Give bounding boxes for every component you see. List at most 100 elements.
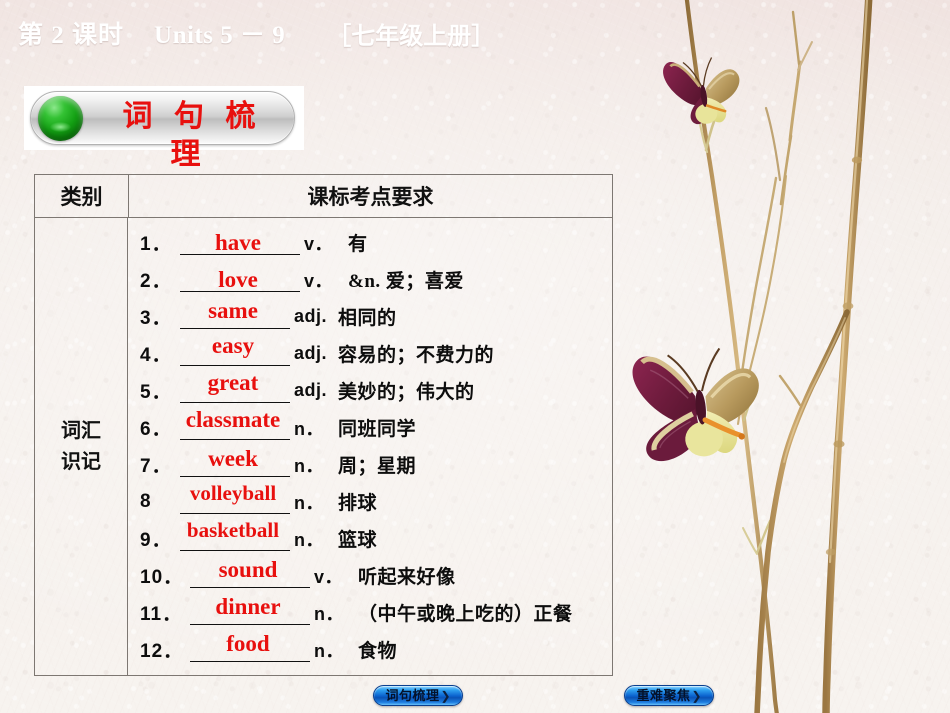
chinese-meaning: 美妙的；伟大的 [338,382,475,403]
blank-line [180,401,290,403]
part-of-speech: v． [304,233,334,254]
chinese-meaning: 排球 [338,493,378,514]
blank-line [190,586,310,588]
table-row: 2． love v． &n. 爱；喜爱 [128,261,612,298]
table-row: 11． dinner n． （中午或晚上吃的）正餐 [128,594,612,631]
blank-line [180,475,290,477]
item-number: 3． [140,308,172,329]
vocabulary-list: 1． have v． 有 2． love v． &n. 爱；喜爱 3． same… [128,218,612,676]
blank-line [190,660,310,662]
item-number: 10． [140,567,184,588]
nav-button-ciju-shuli[interactable]: 词句梳理 ❯ [373,685,463,706]
chevron-right-icon: ❯ [440,688,451,703]
chinese-meaning: （中午或晚上吃的）正餐 [358,604,573,625]
table-row: 12． food n． 食物 [128,631,612,668]
title-units: Units 5 － 9 [154,22,286,49]
title-lesson: 第 2 课时 [18,22,125,49]
item-number: 5． [140,382,172,403]
section-badge-label: 词 句 梳 理 [122,100,263,171]
answer-blank: volleyball [174,481,292,517]
blank-line [180,512,290,514]
table-row: 3． same adj. 相同的 [128,298,612,335]
item-number: 2． [140,271,172,292]
vocabulary-table: 类别 课标考点要求 词汇 识记 1． have v． 有 2． love v． … [34,174,613,676]
table-row: 6． classmate n． 同班同学 [128,408,612,446]
blank-line [180,364,290,366]
chinese-meaning: 篮球 [338,530,378,551]
answer-word: same [208,297,258,323]
slide-root: 第 2 课时 Units 5 － 9 ［七年级上册］ 词 句 梳 理 类别 课标… [0,0,950,713]
answer-blank: love [174,265,302,295]
answer-blank: week [174,445,292,480]
part-of-speech: v． [304,270,334,291]
part-of-speech: n． [314,640,344,661]
category-label-line2: 识记 [61,451,101,473]
item-number: 1． [140,234,172,255]
table-row: 8 volleyball n． 排球 [128,481,612,520]
chinese-meaning: 相同的 [338,308,397,329]
item-number: 9． [140,530,172,551]
item-number: 7． [140,456,172,477]
green-circle-icon [38,96,83,141]
answer-word: love [218,266,258,292]
section-badge: 词 句 梳 理 [24,86,304,171]
answer-word: sound [218,556,278,582]
table-row: 4． easy adj. 容易的；不费力的 [128,334,612,372]
table-header-row: 类别 课标考点要求 [35,175,612,218]
title-grade: ［七年级上册］ [327,23,496,50]
answer-word: dinner [215,593,281,619]
chinese-meaning: 同班同学 [338,419,417,440]
answer-blank: dinner [184,593,312,628]
slide-title: 第 2 课时 Units 5 － 9 ［七年级上册］ [18,16,618,50]
part-of-speech: n． [314,603,344,624]
table-row: 10． sound v． 听起来好像 [128,557,612,594]
answer-blank: same [174,297,292,332]
answer-word: volleyball [189,480,277,505]
nav-button-zhongnan-jujiao[interactable]: 重难聚焦 ❯ [624,685,714,706]
answer-word: easy [211,332,255,358]
header-category: 类别 [35,175,129,217]
part-of-speech: v． [314,566,344,587]
part-of-speech: n． [294,529,324,550]
table-row: 5． great adj. 美妙的；伟大的 [128,371,612,409]
blank-line [180,549,290,551]
item-number: 8 [140,490,152,512]
part-of-speech: n． [294,418,324,439]
table-body-row: 词汇 识记 1． have v． 有 2． love v． &n. 爱；喜爱 3… [35,218,612,676]
chinese-meaning: 听起来好像 [358,567,456,588]
answer-blank: classmate [174,408,292,443]
answer-blank: easy [174,334,292,369]
header-requirement: 课标考点要求 [307,185,434,209]
blank-line [190,623,310,625]
nav-right-label: 重难聚焦 [636,688,691,703]
answer-blank: food [184,630,312,665]
answer-word: have [215,229,261,255]
item-number: 11． [140,604,183,625]
item-number: 12． [140,641,184,662]
blank-line [180,327,290,329]
answer-word: week [208,445,258,471]
table-row: 7． week n． 周；星期 [128,446,612,483]
category-cell: 词汇 识记 [35,218,128,676]
chinese-meaning: 有 [348,234,368,255]
table-row: 1． have v． 有 [128,224,612,261]
chevron-right-icon: ❯ [691,688,702,703]
item-number: 6． [140,419,172,440]
answer-blank: great [174,371,292,406]
part-of-speech: adj. [294,306,328,326]
chinese-meaning: &n. 爱；喜爱 [348,271,464,292]
table-row: 9． basketball n． 篮球 [128,517,612,557]
answer-word: basketball [186,517,280,542]
answer-word: classmate [185,406,281,432]
chinese-meaning: 周；星期 [338,456,417,477]
chinese-meaning: 容易的；不费力的 [338,345,495,366]
part-of-speech: n． [294,455,324,476]
part-of-speech: adj. [294,380,328,400]
answer-blank: have [174,228,302,258]
answer-word: food [226,630,270,656]
blank-line [180,438,290,440]
category-label-line1: 词汇 [61,420,101,442]
answer-blank: sound [184,556,312,591]
part-of-speech: adj. [294,343,328,363]
answer-word: great [207,369,259,395]
